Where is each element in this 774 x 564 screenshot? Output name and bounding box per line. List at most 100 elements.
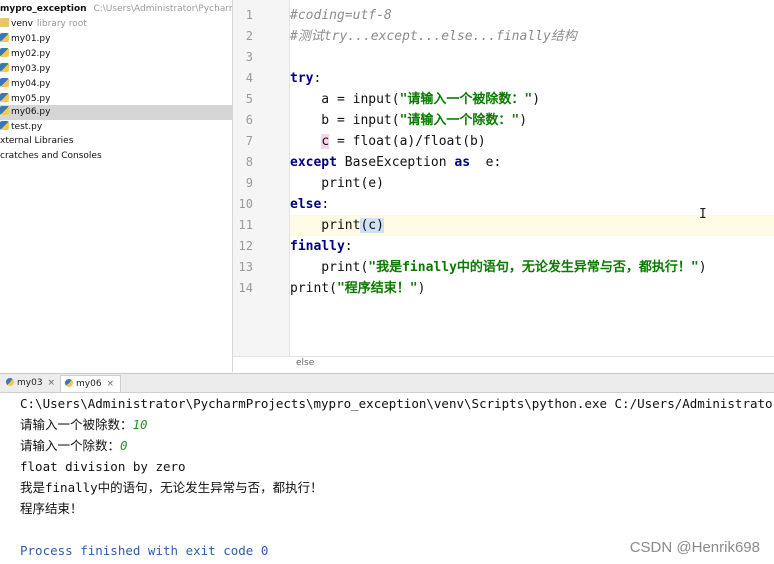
console-line: 请输入一个除数：0 <box>20 435 128 456</box>
line-number: 8 <box>245 155 253 169</box>
python-run-icon <box>6 378 14 386</box>
user-input-value: 10 <box>132 417 148 432</box>
code-text: = float(a)/float(b) <box>329 134 486 149</box>
code-line-14[interactable]: print("程序结束！") <box>290 278 774 299</box>
line-number: 3 <box>245 50 253 64</box>
code-area[interactable]: #coding=utf-8 #测试try...except...else...f… <box>290 0 774 356</box>
code-line-13[interactable]: print("我是finally中的语句，无论发生异常与否，都执行！") <box>290 257 774 278</box>
console-line: 我是finally中的语句，无论发生异常与否，都执行！ <box>20 480 323 495</box>
line-number: 1 <box>245 8 253 22</box>
folder-icon <box>0 18 9 27</box>
code-text: print( <box>290 281 337 296</box>
project-root[interactable]: mypro_exception C:\Users\Administrator\P… <box>0 2 232 17</box>
code-text: : <box>344 239 353 254</box>
code-text: a = input( <box>290 92 400 107</box>
code-line-5[interactable]: a = input("请输入一个被除数：") <box>290 89 774 110</box>
code-text: : <box>313 71 322 86</box>
tree-item-label: my04.py <box>11 79 51 89</box>
console-prompt: 请输入一个除数： <box>20 438 121 453</box>
console-command-line: C:\Users\Administrator\PycharmProjects\m… <box>20 396 774 411</box>
tree-item-my03[interactable]: my03.py <box>0 62 50 77</box>
python-file-icon <box>0 78 9 87</box>
tree-item-my04[interactable]: my04.py <box>0 77 50 92</box>
tab-label: my03 <box>17 378 43 388</box>
close-icon[interactable]: × <box>107 379 115 389</box>
code-editor[interactable]: 1 2 3 4 5 6 7 8 9 10 11 12 13 14 #coding… <box>233 0 774 373</box>
keyword: finally <box>290 239 345 254</box>
tree-item-my01[interactable]: my01.py <box>0 32 50 47</box>
code-text: BaseException <box>336 155 455 170</box>
code-text: b = input( <box>290 113 400 128</box>
python-file-icon <box>0 48 9 57</box>
code-line-9[interactable]: print(e) <box>290 173 774 194</box>
console-prompt: 请输入一个被除数： <box>20 417 133 432</box>
tree-item-label: my06.py <box>11 107 51 117</box>
python-file-icon <box>0 121 9 130</box>
console-line: 请输入一个被除数：10 <box>20 414 148 435</box>
close-icon[interactable]: × <box>48 378 56 388</box>
project-root-path: C:\Users\Administrator\PycharmPro <box>93 4 232 14</box>
tree-item-label: venv <box>11 19 33 29</box>
line-number: 4 <box>245 71 253 85</box>
string-literal: "我是finally中的语句，无论发生异常与否，都执行！" <box>368 260 699 275</box>
code-line-12[interactable]: finally: <box>290 236 774 257</box>
tab-label: my06 <box>76 379 102 389</box>
comment-text: #测试try...except...else...finally结构 <box>290 29 577 44</box>
line-number: 10 <box>238 197 253 211</box>
tree-item-label: cratches and Consoles <box>0 151 102 161</box>
line-number: 7 <box>245 134 253 148</box>
python-run-icon <box>65 379 73 387</box>
code-line-7[interactable]: c = float(a)/float(b) <box>290 131 774 152</box>
code-text: ) <box>532 92 541 107</box>
tree-item-my06[interactable]: my06.py <box>0 105 232 120</box>
run-tab-my03[interactable]: my03 × <box>2 375 61 391</box>
tree-item-venv[interactable]: venv library root <box>0 17 87 32</box>
comment-text: #coding=utf-8 <box>290 8 392 23</box>
python-file-icon <box>0 106 9 115</box>
line-number: 5 <box>245 92 253 106</box>
console-line: 程序结束！ <box>20 501 83 516</box>
string-literal: "请输入一个除数：" <box>399 113 520 128</box>
library-root-hint: library root <box>36 19 87 29</box>
line-number: 2 <box>245 29 253 43</box>
code-line-2[interactable]: #测试try...except...else...finally结构 <box>290 26 774 47</box>
python-file-icon <box>0 33 9 42</box>
tree-item-external-libraries[interactable]: xternal Libraries <box>0 134 73 149</box>
keyword: else <box>290 197 322 212</box>
code-line-1[interactable]: #coding=utf-8 <box>290 5 774 26</box>
bracket-highlight: (c) <box>360 218 384 233</box>
line-number: 14 <box>238 281 253 295</box>
tree-item-label: my01.py <box>11 34 51 44</box>
code-text: ) <box>519 113 528 128</box>
line-number: 6 <box>245 113 253 127</box>
line-number: 13 <box>238 260 253 274</box>
watermark: CSDN @Henrik698 <box>629 539 760 556</box>
code-line-4[interactable]: try: <box>290 68 774 89</box>
code-text: e: <box>470 155 502 170</box>
process-finished-line: Process finished with exit code 0 <box>20 543 269 558</box>
keyword: try <box>290 71 314 86</box>
code-line-8[interactable]: except BaseException as e: <box>290 152 774 173</box>
console-line: float division by zero <box>20 459 186 474</box>
code-text: ) <box>698 260 707 275</box>
run-tab-my06[interactable]: my06 × <box>60 375 122 392</box>
code-line-6[interactable]: b = input("请输入一个除数：") <box>290 110 774 131</box>
tree-item-scratches[interactable]: cratches and Consoles <box>0 149 102 164</box>
breadcrumb[interactable]: else <box>233 356 774 373</box>
tree-item-label: my05.py <box>11 94 51 104</box>
code-line-3[interactable] <box>290 47 774 68</box>
project-tree-panel: mypro_exception C:\Users\Administrator\P… <box>0 0 233 372</box>
code-text: print <box>290 218 361 233</box>
code-text: : <box>321 197 330 212</box>
tree-item-my02[interactable]: my02.py <box>0 47 50 62</box>
tree-item-label: my02.py <box>11 49 51 59</box>
line-number-gutter: 1 2 3 4 5 6 7 8 9 10 11 12 13 14 <box>233 0 290 356</box>
breadcrumb-item[interactable]: else <box>296 358 314 368</box>
code-text: print( <box>290 260 369 275</box>
tree-item-label: test.py <box>11 122 43 132</box>
tree-item-test[interactable]: test.py <box>0 120 42 135</box>
project-root-name: mypro_exception <box>0 4 87 14</box>
keyword: as <box>454 155 471 170</box>
tree-item-label: my03.py <box>11 64 51 74</box>
